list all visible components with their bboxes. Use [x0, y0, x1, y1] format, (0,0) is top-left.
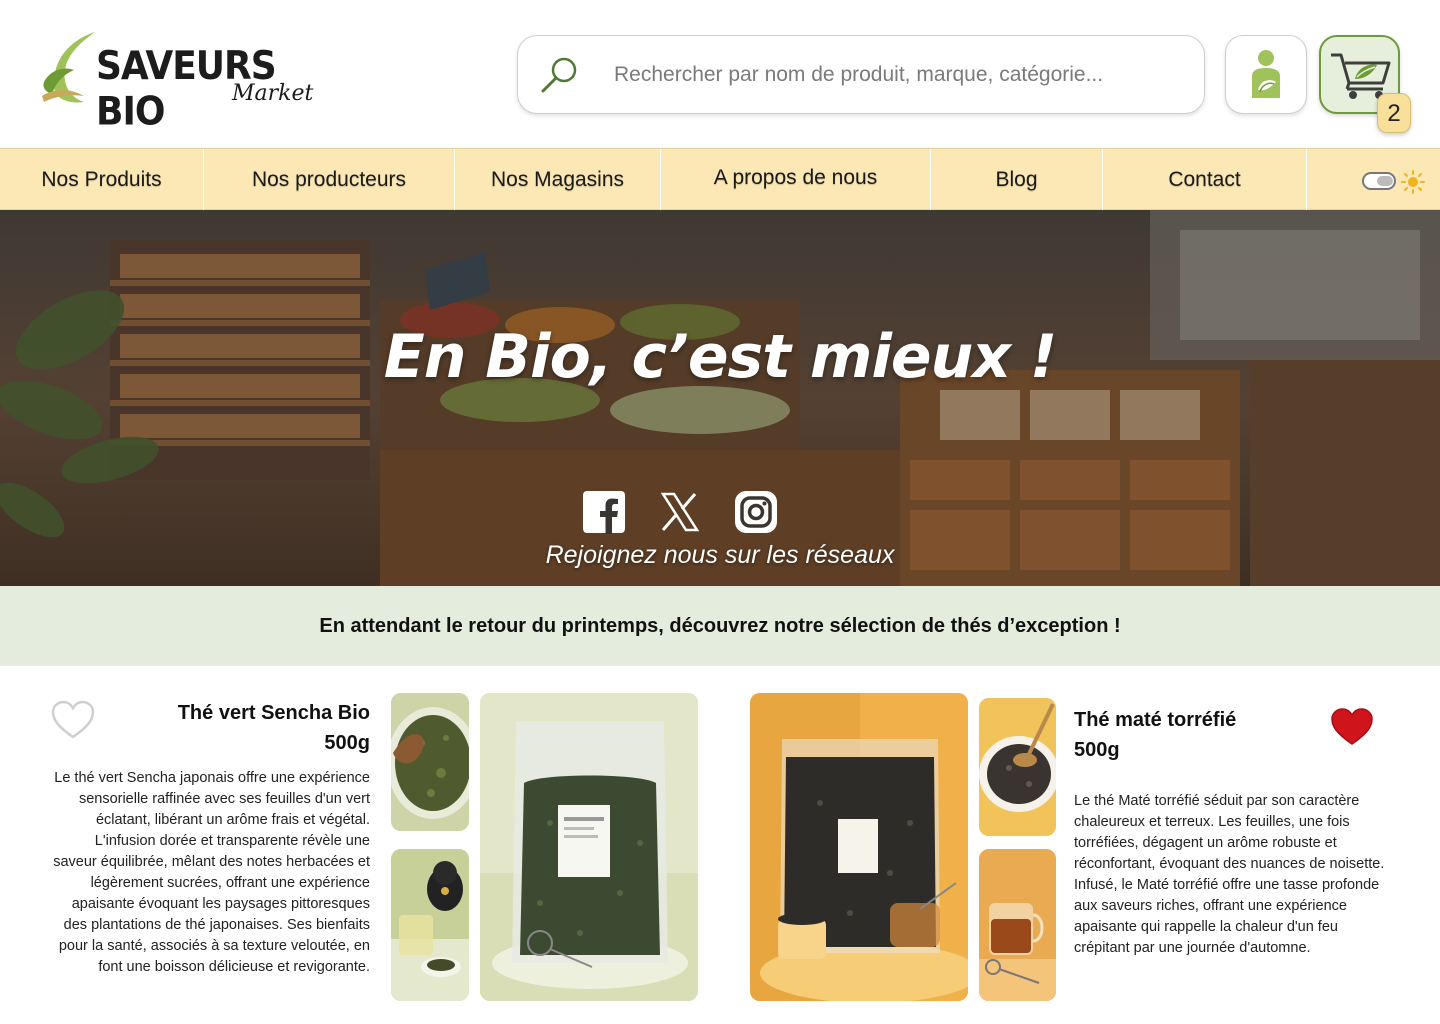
site-header: SAVEURS BIO Market 2	[0, 0, 1440, 148]
mate-bowl-image	[979, 698, 1056, 836]
search-icon[interactable]	[538, 54, 580, 96]
store-photo-background	[0, 210, 1440, 586]
hero-title: En Bio, c’est mieux !	[383, 322, 1058, 392]
instagram-icon[interactable]	[734, 490, 778, 534]
tea-bowl-image	[391, 693, 469, 831]
product-thumbnail[interactable]	[391, 849, 469, 1001]
product-title[interactable]: Thé maté torréfié 500g	[1074, 705, 1314, 765]
favorite-heart-icon[interactable]	[51, 700, 95, 740]
product-title[interactable]: Thé vert Sencha Bio 500g	[100, 698, 370, 758]
nav-item-products[interactable]: Nos Produits	[0, 149, 204, 211]
x-twitter-icon[interactable]	[657, 490, 701, 534]
nav-item-contact[interactable]: Contact	[1103, 149, 1307, 211]
product-thumbnail[interactable]	[979, 849, 1056, 1001]
product-description: Le thé Maté torréfié séduit par son cara…	[1074, 793, 1385, 956]
search-input[interactable]	[614, 56, 1174, 94]
product-description: Le thé vert Sencha japonais offre une ex…	[53, 770, 370, 975]
hero-banner: En Bio, c’est mieux ! Rejoignez nous sur…	[0, 210, 1440, 586]
favorite-heart-icon[interactable]	[1330, 707, 1374, 747]
theme-toggle[interactable]	[1362, 172, 1396, 190]
product-title-line2: 500g	[324, 732, 370, 754]
promo-text: En attendant le retour du printemps, déc…	[319, 614, 1121, 637]
nav-item-blog[interactable]: Blog	[931, 149, 1103, 211]
product-main-image[interactable]	[750, 693, 968, 1001]
cart-count-badge: 2	[1377, 93, 1411, 133]
brand-tagline: Market	[232, 81, 314, 106]
search-bar	[517, 35, 1205, 114]
sun-icon[interactable]	[1401, 170, 1425, 194]
product-title-line1: Thé maté torréfié	[1074, 709, 1237, 731]
toggle-knob	[1377, 176, 1393, 186]
product-main-image[interactable]	[480, 693, 698, 1001]
product-title-line1: Thé vert Sencha Bio	[177, 702, 370, 724]
nav-item-producers[interactable]: Nos producteurs	[204, 149, 455, 211]
product-title-line2: 500g	[1074, 739, 1120, 761]
product-thumbnail[interactable]	[391, 693, 469, 831]
mate-bag-image	[750, 693, 968, 1001]
social-cta: Rejoignez nous sur les réseaux	[545, 541, 895, 569]
account-button[interactable]	[1225, 35, 1307, 114]
user-leaf-icon	[1252, 50, 1280, 98]
promo-banner: En attendant le retour du printemps, déc…	[0, 586, 1440, 666]
nav-item-about[interactable]: A propos de nous	[661, 149, 931, 211]
tea-glass-image	[391, 849, 469, 1001]
product-thumbnail[interactable]	[979, 698, 1056, 836]
facebook-icon[interactable]	[582, 490, 626, 534]
mate-cup-image	[979, 849, 1056, 1001]
main-nav: Nos Produits Nos producteurs Nos Magasin…	[0, 148, 1440, 211]
leaf-logo-icon	[42, 32, 95, 103]
nav-item-stores[interactable]: Nos Magasins	[455, 149, 661, 211]
brand-logo[interactable]: SAVEURS BIO Market	[40, 28, 330, 134]
sencha-bag-image	[480, 693, 698, 1001]
